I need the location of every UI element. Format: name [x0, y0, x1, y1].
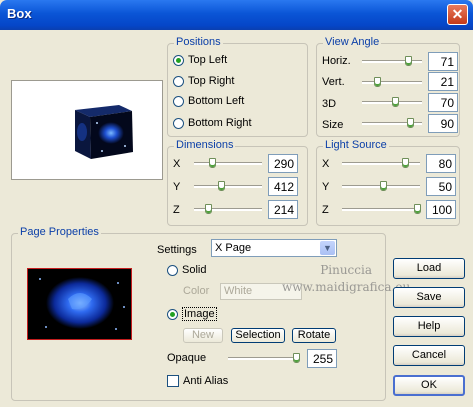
settings-select[interactable]: X Page ▼: [211, 239, 337, 257]
3d-slider[interactable]: [362, 97, 422, 107]
rotate-button[interactable]: Rotate: [292, 328, 336, 343]
3d-label: 3D: [322, 98, 337, 110]
radio-label: Solid: [182, 264, 207, 276]
light-z-label: Z: [322, 204, 329, 216]
radio-bottom-right[interactable]: Bottom Right: [173, 117, 252, 129]
radio-indicator: [173, 95, 184, 107]
slider-thumb[interactable]: [218, 181, 225, 191]
dim-z-slider[interactable]: [194, 204, 262, 214]
close-icon: ✕: [451, 6, 464, 22]
light-source-title: Light Source: [323, 139, 389, 151]
light-y-value[interactable]: 50: [426, 177, 456, 196]
new-button: New: [183, 328, 223, 343]
radio-image[interactable]: Image: [167, 307, 217, 321]
radio-label: Top Left: [188, 54, 228, 66]
dimensions-title: Dimensions: [174, 139, 236, 151]
page-image-preview: [27, 268, 132, 340]
watermark-url: www.maidigrafica.eu: [282, 280, 411, 294]
light-y-slider[interactable]: [342, 181, 420, 191]
radio-label: Top Right: [188, 75, 235, 87]
save-button[interactable]: Save: [393, 287, 465, 308]
slider-thumb[interactable]: [380, 181, 387, 191]
radio-label: Bottom Right: [188, 117, 252, 129]
opaque-slider[interactable]: [228, 353, 300, 363]
radio-indicator: [173, 54, 184, 66]
vert-value[interactable]: 21: [428, 72, 458, 91]
anti-alias-checkbox[interactable]: [167, 375, 179, 387]
dim-y-slider[interactable]: [194, 181, 262, 191]
dim-x-label: X: [173, 158, 181, 170]
light-x-value[interactable]: 80: [426, 154, 456, 173]
light-x-slider[interactable]: [342, 158, 420, 168]
cancel-button[interactable]: Cancel: [393, 345, 465, 366]
light-x-label: X: [322, 158, 330, 170]
radio-top-right[interactable]: Top Right: [173, 75, 234, 87]
radio-indicator: [173, 75, 184, 87]
slider-thumb[interactable]: [407, 118, 414, 128]
size-value[interactable]: 90: [428, 114, 458, 133]
light-z-value[interactable]: 100: [426, 200, 456, 219]
slider-thumb[interactable]: [374, 77, 381, 87]
load-button[interactable]: Load: [393, 258, 465, 279]
slider-thumb[interactable]: [405, 56, 412, 66]
size-label: Size: [322, 119, 344, 131]
dim-x-slider[interactable]: [194, 158, 262, 168]
radio-bottom-left[interactable]: Bottom Left: [173, 95, 244, 107]
ok-button[interactable]: OK: [393, 375, 465, 396]
light-y-label: Y: [322, 181, 330, 193]
watermark: Pinuccia www.maidigrafica.eu: [282, 262, 410, 296]
positions-title: Positions: [174, 36, 223, 48]
window-title: Box: [7, 6, 32, 21]
settings-label: Settings: [157, 244, 197, 256]
3d-value[interactable]: 70: [428, 93, 458, 112]
close-button[interactable]: ✕: [447, 4, 468, 25]
opaque-label: Opaque: [167, 352, 207, 364]
page-properties-title: Page Properties: [18, 226, 101, 238]
dim-y-value[interactable]: 412: [268, 177, 298, 196]
dim-z-label: Z: [173, 204, 180, 216]
dim-x-value[interactable]: 290: [268, 154, 298, 173]
title-bar: Box ✕: [0, 0, 473, 30]
size-slider[interactable]: [362, 118, 422, 128]
radio-indicator: [167, 264, 178, 276]
dim-y-label: Y: [173, 181, 181, 193]
slider-thumb[interactable]: [293, 353, 300, 363]
slider-thumb[interactable]: [205, 204, 212, 214]
slider-thumb[interactable]: [392, 97, 399, 107]
light-z-slider[interactable]: [342, 204, 421, 214]
horiz-slider[interactable]: [362, 56, 422, 66]
view-angle-title: View Angle: [323, 36, 382, 48]
radio-top-left[interactable]: Top Left: [173, 54, 227, 66]
dim-z-value[interactable]: 214: [268, 200, 298, 219]
radio-label: Image: [182, 307, 217, 321]
vert-slider[interactable]: [362, 77, 422, 87]
box-preview: [11, 80, 163, 180]
radio-indicator: [173, 117, 184, 129]
settings-value: X Page: [215, 242, 252, 254]
color-label: Color: [183, 285, 210, 297]
radio-solid[interactable]: Solid: [167, 264, 206, 276]
radio-indicator: [167, 308, 178, 320]
slider-thumb[interactable]: [402, 158, 409, 168]
help-button[interactable]: Help: [393, 316, 465, 337]
rose-texture-image: [28, 269, 131, 339]
opaque-value[interactable]: 255: [307, 349, 337, 368]
watermark-name: Pinuccia: [320, 263, 372, 277]
anti-alias-label: Anti Alias: [183, 375, 229, 387]
horiz-value[interactable]: 71: [428, 52, 458, 71]
slider-thumb[interactable]: [414, 204, 421, 214]
vert-label: Vert.: [322, 76, 345, 88]
box-preview-image: [75, 105, 133, 159]
chevron-down-icon[interactable]: ▼: [320, 241, 335, 255]
slider-thumb[interactable]: [209, 158, 216, 168]
horiz-label: Horiz.: [322, 55, 351, 67]
radio-label: Bottom Left: [188, 95, 245, 107]
selection-button[interactable]: Selection: [231, 328, 285, 343]
